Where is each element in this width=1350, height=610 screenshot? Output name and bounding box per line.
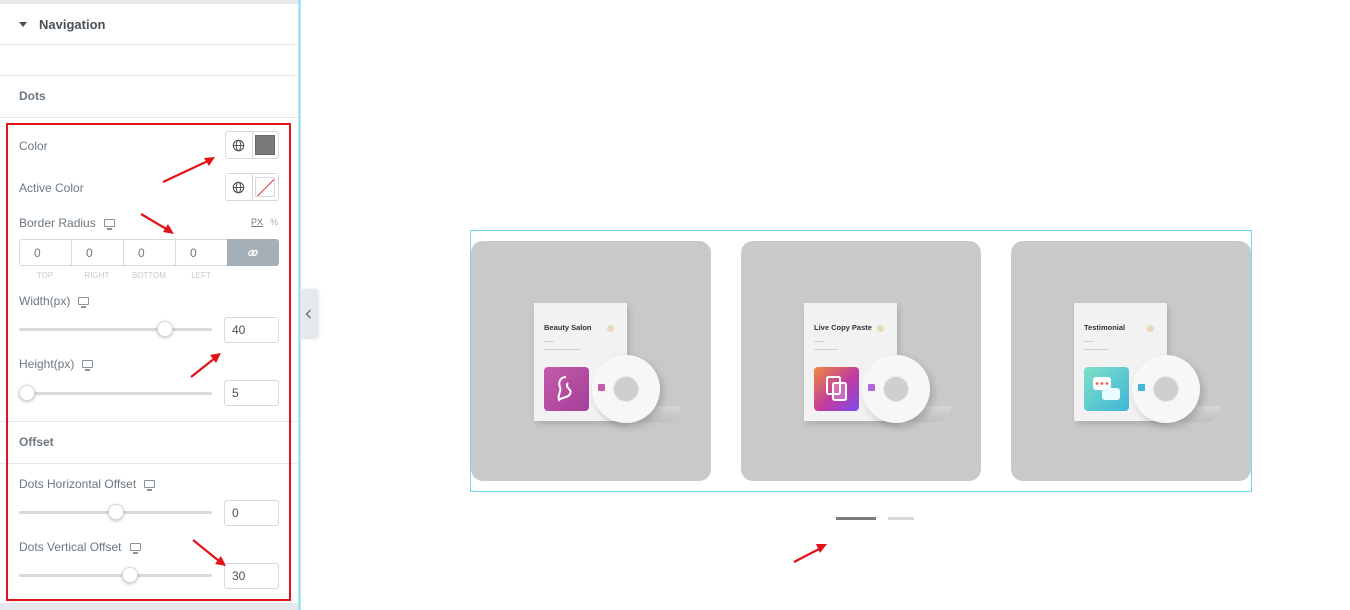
copy-paste-logo-icon <box>814 367 859 411</box>
divider <box>0 463 298 464</box>
globe-icon <box>232 139 245 151</box>
h-offset-label: Dots Horizontal Offset <box>19 477 156 491</box>
border-radius-text: Border Radius <box>19 216 96 230</box>
width-text: Width(px) <box>19 294 71 308</box>
unit-percent[interactable]: % <box>270 217 278 227</box>
badge-icon <box>877 325 884 332</box>
active-color-label: Active Color <box>19 181 84 195</box>
offset-heading: Offset <box>19 435 54 449</box>
v-offset-slider-track[interactable] <box>19 574 212 577</box>
color-control <box>225 131 279 159</box>
height-slider-handle[interactable] <box>19 385 35 401</box>
dots-heading: Dots <box>19 89 46 103</box>
divider <box>0 421 298 422</box>
collapse-panel-button[interactable] <box>300 289 317 339</box>
panel-bottom-strip <box>0 603 298 610</box>
card-title: Testimonial <box>1084 323 1126 332</box>
caret-down-icon <box>19 21 27 27</box>
text-line <box>544 341 554 342</box>
desktop-icon[interactable] <box>103 218 115 230</box>
beauty-logo-icon <box>544 367 589 411</box>
section-navigation-toggle[interactable]: Navigation <box>0 4 298 45</box>
h-offset-input[interactable]: 0 <box>224 500 279 526</box>
text-line <box>1084 349 1108 350</box>
text-line <box>814 349 838 350</box>
v-offset-label: Dots Vertical Offset <box>19 540 141 554</box>
text-line <box>544 349 580 350</box>
unit-switcher: PX% <box>251 217 278 227</box>
link-icon <box>248 249 258 256</box>
tag-icon <box>868 384 875 391</box>
desktop-icon[interactable] <box>129 542 141 554</box>
height-label: Height(px) <box>19 357 94 371</box>
link-values-button[interactable] <box>227 239 279 266</box>
border-radius-label: Border Radius <box>19 216 115 230</box>
color-picker-button[interactable] <box>253 132 279 158</box>
v-offset-input[interactable]: 30 <box>224 563 279 589</box>
badge-icon <box>607 325 614 332</box>
width-slider-handle[interactable] <box>157 321 174 337</box>
v-offset-text: Dots Vertical Offset <box>19 540 122 554</box>
chevron-left-icon <box>305 309 312 319</box>
badge-icon <box>1147 325 1154 332</box>
settings-panel: Navigation Dots Color Active Color Borde… <box>0 0 300 610</box>
color-swatch <box>255 135 276 155</box>
height-slider-track[interactable] <box>19 392 212 395</box>
card-title: Live Copy Paste <box>814 323 872 332</box>
unit-px[interactable]: PX <box>251 217 263 227</box>
v-offset-slider-handle[interactable] <box>121 567 138 583</box>
text-line <box>1084 341 1094 342</box>
tag-icon <box>1138 384 1145 391</box>
dim-label-left: LEFT <box>191 271 211 280</box>
height-input[interactable]: 5 <box>224 380 279 406</box>
annotation-arrow <box>793 544 827 563</box>
color-label: Color <box>19 139 48 153</box>
active-color-control <box>225 173 279 201</box>
radius-top-input[interactable]: 0 <box>19 239 71 266</box>
carousel-card[interactable]: Testimonial <box>1011 241 1251 481</box>
radius-bottom-input[interactable]: 0 <box>123 239 175 266</box>
globe-icon <box>232 181 245 193</box>
height-text: Height(px) <box>19 357 75 371</box>
dim-label-right: RIGHT <box>84 271 110 280</box>
global-colors-button[interactable] <box>226 174 253 200</box>
carousel-dot[interactable] <box>888 517 914 520</box>
width-label: Width(px) <box>19 294 90 308</box>
desktop-icon[interactable] <box>144 479 156 491</box>
divider <box>0 75 298 76</box>
desktop-icon[interactable] <box>78 296 90 308</box>
border-radius-inputs: 0 0 0 0 <box>19 239 279 266</box>
desktop-icon[interactable] <box>82 359 94 371</box>
active-color-picker-button[interactable] <box>253 174 279 200</box>
width-slider-track[interactable] <box>19 328 212 331</box>
global-colors-button[interactable] <box>226 132 253 158</box>
carousel-card[interactable]: Live Copy Paste <box>741 241 981 481</box>
carousel-dot-active[interactable] <box>836 517 876 520</box>
tag-icon <box>598 384 605 391</box>
dim-label-top: TOP <box>36 271 54 280</box>
dimension-labels: TOP RIGHT BOTTOM LEFT <box>19 271 227 280</box>
empty-color-swatch <box>255 177 276 197</box>
h-offset-text: Dots Horizontal Offset <box>19 477 137 491</box>
h-offset-slider-handle[interactable] <box>107 504 124 520</box>
testimonial-logo-icon <box>1084 367 1129 411</box>
width-input[interactable]: 40 <box>224 317 279 343</box>
divider <box>0 117 298 118</box>
dim-label-bottom: BOTTOM <box>131 271 167 280</box>
radius-left-input[interactable]: 0 <box>175 239 227 266</box>
radius-right-input[interactable]: 0 <box>71 239 123 266</box>
text-line <box>814 341 824 342</box>
carousel-card[interactable]: Beauty Salon <box>471 241 711 481</box>
section-title: Navigation <box>39 16 106 32</box>
card-title: Beauty Salon <box>544 323 592 332</box>
